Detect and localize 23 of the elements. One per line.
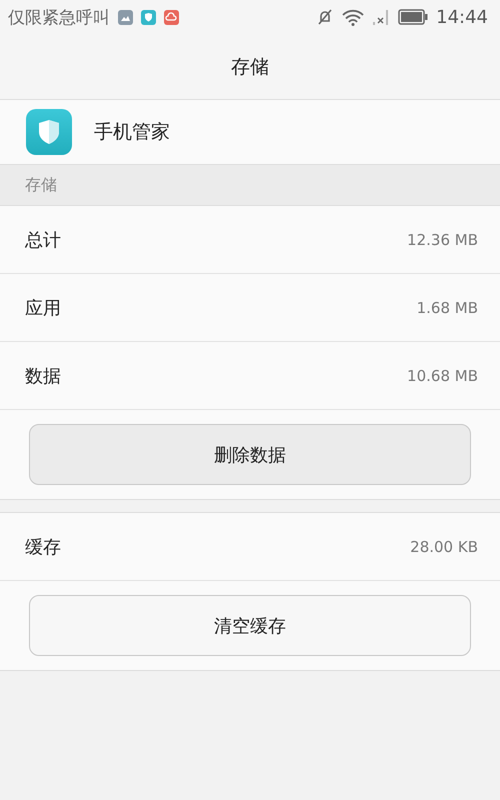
storage-label: 应用	[25, 296, 61, 320]
storage-value: 1.68 MB	[416, 298, 478, 316]
shield-icon	[141, 10, 156, 24]
image-icon	[118, 10, 133, 24]
action-button[interactable]: 删除数据	[29, 424, 471, 485]
wifi-icon	[342, 8, 364, 26]
battery-icon	[398, 9, 428, 25]
section-header: 存储	[25, 174, 57, 196]
cloud-icon	[164, 10, 179, 24]
storage-label: 总计	[25, 228, 61, 252]
shield-icon	[26, 109, 72, 155]
storage-value: 12.36 MB	[407, 230, 478, 248]
status-text: 仅限紧急呼叫	[8, 6, 110, 28]
action-button[interactable]: 清空缓存	[29, 595, 471, 656]
no-signal-icon	[372, 8, 390, 26]
muted-bell-icon	[316, 8, 334, 26]
page-title: 存储	[231, 54, 269, 80]
status-time: 14:44	[436, 6, 488, 28]
storage-label: 数据	[25, 364, 61, 388]
storage-label: 缓存	[25, 536, 61, 558]
storage-value: 28.00 KB	[410, 538, 478, 556]
app-name: 手机管家	[94, 120, 170, 145]
storage-value: 10.68 MB	[407, 366, 478, 384]
